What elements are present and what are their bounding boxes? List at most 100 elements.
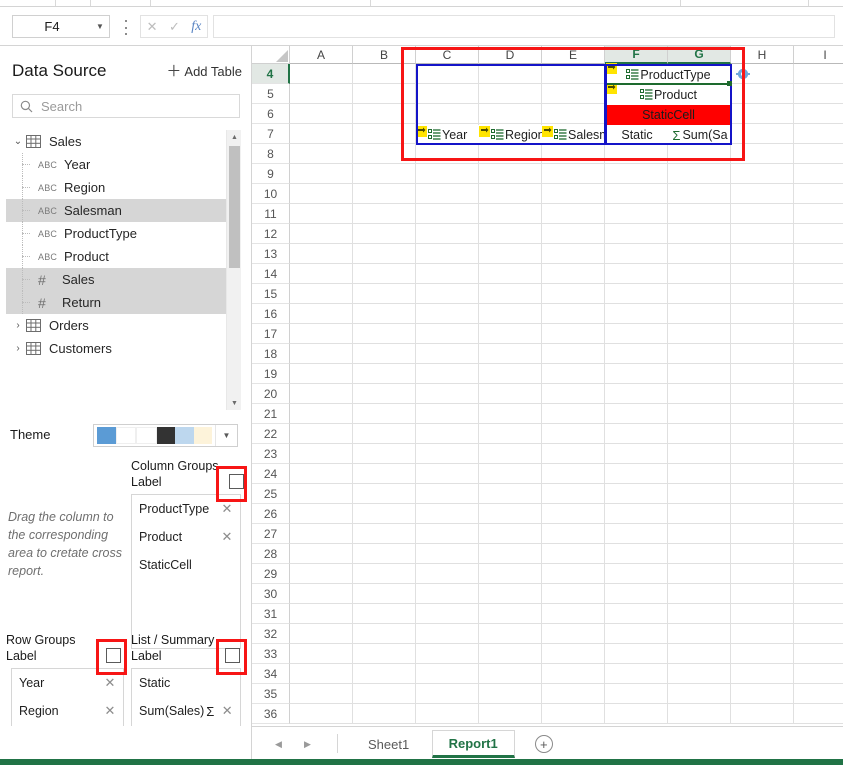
tree-item-return[interactable]: # Return [6, 291, 234, 314]
select-all-corner[interactable] [252, 46, 290, 64]
row-header-13[interactable]: 13 [252, 244, 290, 264]
name-box[interactable]: F4 ▼ [12, 15, 110, 38]
cell-G35[interactable] [668, 684, 731, 704]
cell-F29[interactable] [605, 564, 668, 584]
cell-A16[interactable] [290, 304, 353, 324]
cell-F28[interactable] [605, 544, 668, 564]
cell-E19[interactable] [542, 364, 605, 384]
cell-D6[interactable] [479, 104, 542, 124]
cell-G26[interactable] [668, 504, 731, 524]
cell-A29[interactable] [290, 564, 353, 584]
cell-C4[interactable] [416, 64, 479, 84]
cell-I11[interactable] [794, 204, 843, 224]
cell-A33[interactable] [290, 644, 353, 664]
cell-E31[interactable] [542, 604, 605, 624]
list-summary-chip[interactable]: Sum(Sales) Σ ✕ [132, 697, 240, 725]
cell-F35[interactable] [605, 684, 668, 704]
cell-A36[interactable] [290, 704, 353, 724]
theme-swatch-6[interactable] [193, 427, 212, 444]
cell-C19[interactable] [416, 364, 479, 384]
cell-D22[interactable] [479, 424, 542, 444]
report-cell-sum-sales[interactable]: Σ Sum(Sa [669, 125, 731, 145]
cell-F9[interactable] [605, 164, 668, 184]
cell-F15[interactable] [605, 284, 668, 304]
cell-F23[interactable] [605, 444, 668, 464]
cell-C8[interactable] [416, 144, 479, 164]
row-group-chip[interactable]: Region ✕ [12, 697, 123, 725]
cell-I29[interactable] [794, 564, 843, 584]
cell-E22[interactable] [542, 424, 605, 444]
cell-B9[interactable] [353, 164, 416, 184]
row-header-23[interactable]: 23 [252, 444, 290, 464]
tree-item-year[interactable]: ABC Year [6, 153, 234, 176]
report-cell-product[interactable]: Product [606, 85, 731, 105]
cell-D25[interactable] [479, 484, 542, 504]
cell-C13[interactable] [416, 244, 479, 264]
sheet-tab-sheet1[interactable]: Sheet1 [352, 730, 425, 758]
cell-B11[interactable] [353, 204, 416, 224]
row-header-27[interactable]: 27 [252, 524, 290, 544]
theme-picker[interactable]: ▼ [93, 424, 238, 447]
cell-G15[interactable] [668, 284, 731, 304]
cell-H33[interactable] [731, 644, 794, 664]
scroll-up-icon[interactable]: ▲ [227, 130, 242, 144]
row-header-33[interactable]: 33 [252, 644, 290, 664]
cell-G30[interactable] [668, 584, 731, 604]
cell-C23[interactable] [416, 444, 479, 464]
row-header-9[interactable]: 9 [252, 164, 290, 184]
cell-G34[interactable] [668, 664, 731, 684]
row-header-28[interactable]: 28 [252, 544, 290, 564]
cell-H35[interactable] [731, 684, 794, 704]
cell-C18[interactable] [416, 344, 479, 364]
cell-F11[interactable] [605, 204, 668, 224]
cell-G13[interactable] [668, 244, 731, 264]
cell-I8[interactable] [794, 144, 843, 164]
theme-swatch-1[interactable] [97, 427, 116, 444]
cell-D10[interactable] [479, 184, 542, 204]
theme-swatch-3[interactable] [136, 427, 157, 444]
cell-C15[interactable] [416, 284, 479, 304]
cell-H16[interactable] [731, 304, 794, 324]
cell-B19[interactable] [353, 364, 416, 384]
row-header-26[interactable]: 26 [252, 504, 290, 524]
row-header-11[interactable]: 11 [252, 204, 290, 224]
cell-I13[interactable] [794, 244, 843, 264]
cell-I10[interactable] [794, 184, 843, 204]
search-box[interactable] [12, 94, 240, 118]
cell-I27[interactable] [794, 524, 843, 544]
row-header-22[interactable]: 22 [252, 424, 290, 444]
cell-D8[interactable] [479, 144, 542, 164]
cell-B20[interactable] [353, 384, 416, 404]
theme-dropdown-icon[interactable]: ▼ [215, 425, 237, 446]
cell-F33[interactable] [605, 644, 668, 664]
cell-H21[interactable] [731, 404, 794, 424]
more-options-icon[interactable] [120, 20, 132, 35]
row-header-19[interactable]: 19 [252, 364, 290, 384]
cell-A34[interactable] [290, 664, 353, 684]
cell-A32[interactable] [290, 624, 353, 644]
cell-H29[interactable] [731, 564, 794, 584]
cell-H17[interactable] [731, 324, 794, 344]
cell-G21[interactable] [668, 404, 731, 424]
tree-twisty-icon[interactable]: ⌄ [10, 136, 26, 147]
cell-I22[interactable] [794, 424, 843, 444]
cell-H30[interactable] [731, 584, 794, 604]
cell-I36[interactable] [794, 704, 843, 724]
add-table-button[interactable]: ＋ Add Table [166, 64, 242, 79]
cell-A9[interactable] [290, 164, 353, 184]
cell-E25[interactable] [542, 484, 605, 504]
cell-B36[interactable] [353, 704, 416, 724]
cell-E26[interactable] [542, 504, 605, 524]
cell-A6[interactable] [290, 104, 353, 124]
cell-G25[interactable] [668, 484, 731, 504]
cell-D5[interactable] [479, 84, 542, 104]
cell-F27[interactable] [605, 524, 668, 544]
cell-I5[interactable] [794, 84, 843, 104]
column-header-E[interactable]: E [542, 46, 605, 64]
cell-F34[interactable] [605, 664, 668, 684]
cell-E15[interactable] [542, 284, 605, 304]
cell-I15[interactable] [794, 284, 843, 304]
row-header-8[interactable]: 8 [252, 144, 290, 164]
cell-G9[interactable] [668, 164, 731, 184]
cell-B35[interactable] [353, 684, 416, 704]
